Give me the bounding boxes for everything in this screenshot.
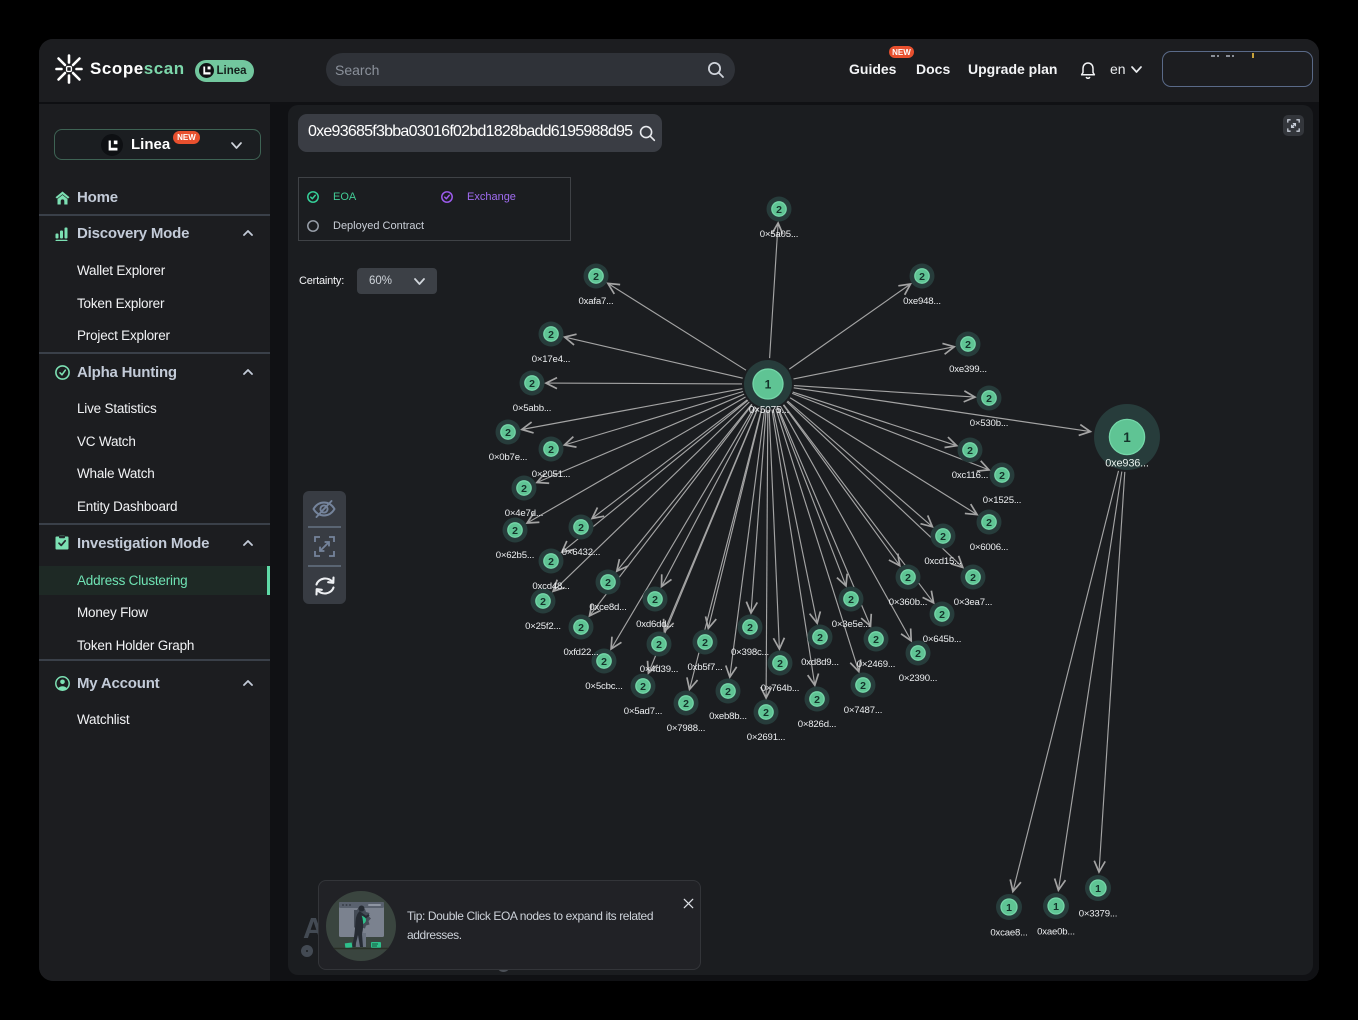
svg-text:0xe399...: 0xe399... [949, 364, 987, 375]
svg-text:0×25f2...: 0×25f2... [525, 621, 561, 632]
svg-text:0xeb8b...: 0xeb8b... [709, 711, 747, 722]
svg-text:2: 2 [540, 596, 546, 608]
svg-text:1: 1 [1053, 901, 1059, 913]
svg-text:0×398c...: 0×398c... [731, 647, 769, 658]
svg-text:2: 2 [905, 572, 911, 584]
svg-text:1: 1 [1006, 902, 1012, 914]
svg-text:2: 2 [776, 204, 782, 216]
svg-text:0×5abb...: 0×5abb... [513, 403, 551, 414]
svg-text:2: 2 [747, 622, 753, 634]
svg-text:0×6432...: 0×6432... [562, 547, 600, 558]
svg-text:0×0b7e...: 0×0b7e... [489, 452, 527, 463]
svg-text:2: 2 [860, 680, 866, 692]
svg-text:0×7988...: 0×7988... [667, 723, 705, 734]
svg-text:2: 2 [548, 556, 554, 568]
svg-text:0×2469...: 0×2469... [857, 659, 895, 670]
svg-text:2: 2 [548, 444, 554, 456]
svg-text:2: 2 [940, 531, 946, 543]
svg-text:0xae0b...: 0xae0b... [1037, 927, 1075, 938]
svg-text:2: 2 [605, 577, 611, 589]
svg-text:0×7487...: 0×7487... [844, 705, 882, 716]
svg-text:0xce8d...: 0xce8d... [589, 602, 626, 613]
svg-text:0×764b...: 0×764b... [761, 683, 799, 694]
svg-text:2: 2 [965, 339, 971, 351]
svg-text:2: 2 [512, 525, 518, 537]
svg-text:0×2051...: 0×2051... [532, 469, 570, 480]
svg-text:2: 2 [817, 632, 823, 644]
svg-text:2: 2 [593, 271, 599, 283]
svg-text:2: 2 [702, 637, 708, 649]
svg-text:2: 2 [986, 393, 992, 405]
svg-text:2: 2 [578, 622, 584, 634]
svg-text:2: 2 [873, 634, 879, 646]
svg-text:0xcd15...: 0xcd15... [924, 556, 961, 567]
svg-text:2: 2 [777, 658, 783, 670]
svg-text:0×5075...: 0×5075... [749, 405, 789, 416]
svg-text:0xafa7...: 0xafa7... [578, 296, 613, 307]
svg-text:0xd8d9...: 0xd8d9... [801, 657, 839, 668]
svg-text:0×1525...: 0×1525... [983, 495, 1021, 506]
svg-text:0×3e5e...: 0×3e5e... [832, 619, 870, 630]
svg-text:0xfd22...: 0xfd22... [563, 647, 598, 658]
svg-text:0xd6dd...: 0xd6dd... [636, 619, 674, 630]
svg-text:0xb5f7...: 0xb5f7... [687, 662, 722, 673]
svg-text:0×645b...: 0×645b... [923, 634, 961, 645]
svg-text:2: 2 [578, 522, 584, 534]
svg-text:2: 2 [505, 427, 511, 439]
svg-text:0×17e4...: 0×17e4... [532, 354, 570, 365]
svg-text:1: 1 [1095, 883, 1101, 895]
svg-text:2: 2 [999, 470, 1005, 482]
svg-text:0×530b...: 0×530b... [970, 418, 1008, 429]
svg-text:0×826d...: 0×826d... [798, 719, 836, 730]
svg-text:0×62b5...: 0×62b5... [496, 550, 534, 561]
svg-text:0×3379...: 0×3379... [1079, 909, 1117, 920]
svg-text:2: 2 [919, 271, 925, 283]
svg-text:2: 2 [548, 329, 554, 341]
svg-text:0×360b...: 0×360b... [889, 597, 927, 608]
svg-text:0×5cbc...: 0×5cbc... [585, 681, 622, 692]
svg-text:0xe948...: 0xe948... [903, 296, 941, 307]
svg-text:0xcd48...: 0xcd48... [532, 581, 569, 592]
svg-text:0×5ad7...: 0×5ad7... [624, 706, 662, 717]
svg-text:0×6006...: 0×6006... [970, 542, 1008, 553]
svg-text:2: 2 [986, 517, 992, 529]
svg-text:2: 2 [763, 707, 769, 719]
svg-text:2: 2 [656, 639, 662, 651]
svg-text:0×3ea7...: 0×3ea7... [954, 597, 992, 608]
svg-text:2: 2 [939, 609, 945, 621]
svg-text:2: 2 [683, 698, 689, 710]
svg-text:0xcae8...: 0xcae8... [990, 928, 1027, 939]
svg-text:0xc116...: 0xc116... [952, 470, 988, 481]
svg-text:2: 2 [814, 694, 820, 706]
svg-text:2: 2 [967, 445, 973, 457]
svg-text:1: 1 [765, 377, 772, 391]
svg-text:2: 2 [521, 483, 527, 495]
svg-text:2: 2 [725, 686, 731, 698]
svg-text:2: 2 [970, 572, 976, 584]
svg-text:2: 2 [640, 681, 646, 693]
svg-text:0×4e7d...: 0×4e7d... [505, 508, 543, 519]
svg-text:1: 1 [1123, 430, 1131, 445]
svg-text:2: 2 [529, 378, 535, 390]
svg-text:0×5a05...: 0×5a05... [760, 229, 798, 240]
svg-text:0×2691...: 0×2691... [747, 732, 785, 743]
svg-text:2: 2 [915, 648, 921, 660]
svg-text:0×4d39...: 0×4d39... [640, 664, 678, 675]
svg-text:0xe936...: 0xe936... [1105, 458, 1149, 470]
svg-text:0×2390...: 0×2390... [899, 673, 937, 684]
svg-text:2: 2 [652, 594, 658, 606]
svg-text:2: 2 [848, 594, 854, 606]
svg-text:2: 2 [601, 656, 607, 668]
